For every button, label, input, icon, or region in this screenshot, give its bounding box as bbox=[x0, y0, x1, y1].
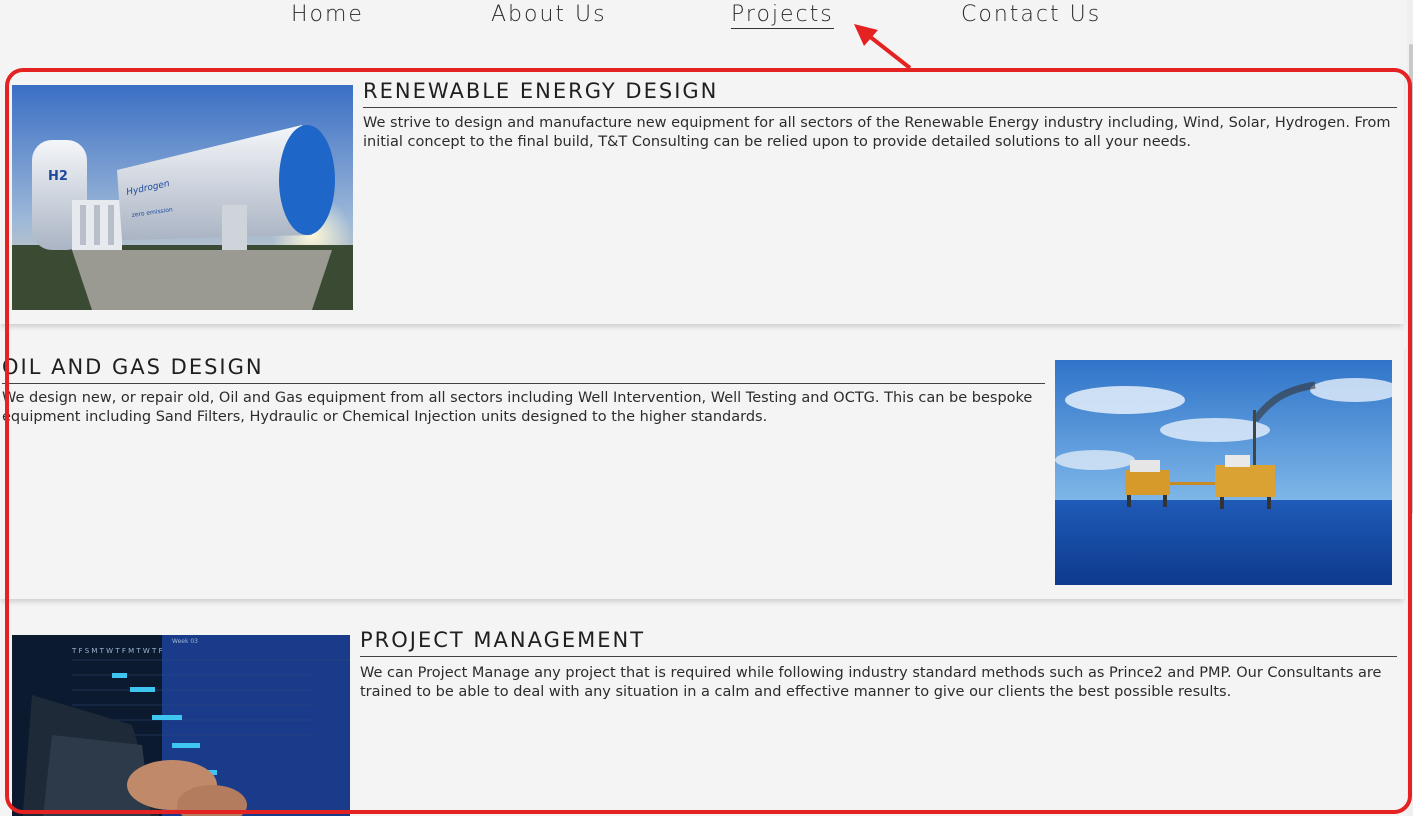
hydrogen-tank-image: H2 Hydrogen zero emission bbox=[12, 85, 353, 310]
project-gantt-image: T F S M T W T F M T W T F Week 03 bbox=[12, 635, 350, 816]
nav-home-link[interactable]: Home bbox=[291, 2, 364, 27]
nav-contact-link[interactable]: Contact Us bbox=[961, 2, 1101, 27]
oil-gas-title: OIL AND GAS DESIGN bbox=[2, 354, 1045, 384]
gantt-day-header: T F S M T W T F M T W T F bbox=[71, 647, 163, 655]
gantt-week-label: Week 03 bbox=[172, 638, 198, 645]
h2-label: H2 bbox=[48, 169, 68, 184]
project-management-title: PROJECT MANAGEMENT bbox=[360, 627, 1397, 657]
nav-projects-link[interactable]: Projects bbox=[731, 2, 834, 29]
renewable-energy-section: H2 Hydrogen zero emission RENEWABLE ENER… bbox=[0, 66, 1404, 324]
project-management-description: We can Project Manage any project that i… bbox=[360, 665, 1382, 700]
scrollbar-thumb[interactable] bbox=[1409, 44, 1413, 514]
main-nav: Home About Us Projects Contact Us bbox=[0, 0, 1413, 40]
oil-gas-description: We design new, or repair old, Oil and Ga… bbox=[2, 390, 1033, 425]
oil-gas-section: OIL AND GAS DESIGN We design new, or rep… bbox=[0, 344, 1404, 599]
renewable-description: We strive to design and manufacture new … bbox=[363, 115, 1391, 150]
page-scrollbar[interactable] bbox=[1407, 0, 1413, 816]
page: Home About Us Projects Contact Us H2 Hyd… bbox=[0, 0, 1413, 816]
project-management-section: T F S M T W T F M T W T F Week 03 PROJEC… bbox=[0, 622, 1404, 816]
offshore-platform-image bbox=[1055, 360, 1392, 585]
nav-about-link[interactable]: About Us bbox=[491, 2, 607, 27]
renewable-title: RENEWABLE ENERGY DESIGN bbox=[363, 78, 1397, 108]
